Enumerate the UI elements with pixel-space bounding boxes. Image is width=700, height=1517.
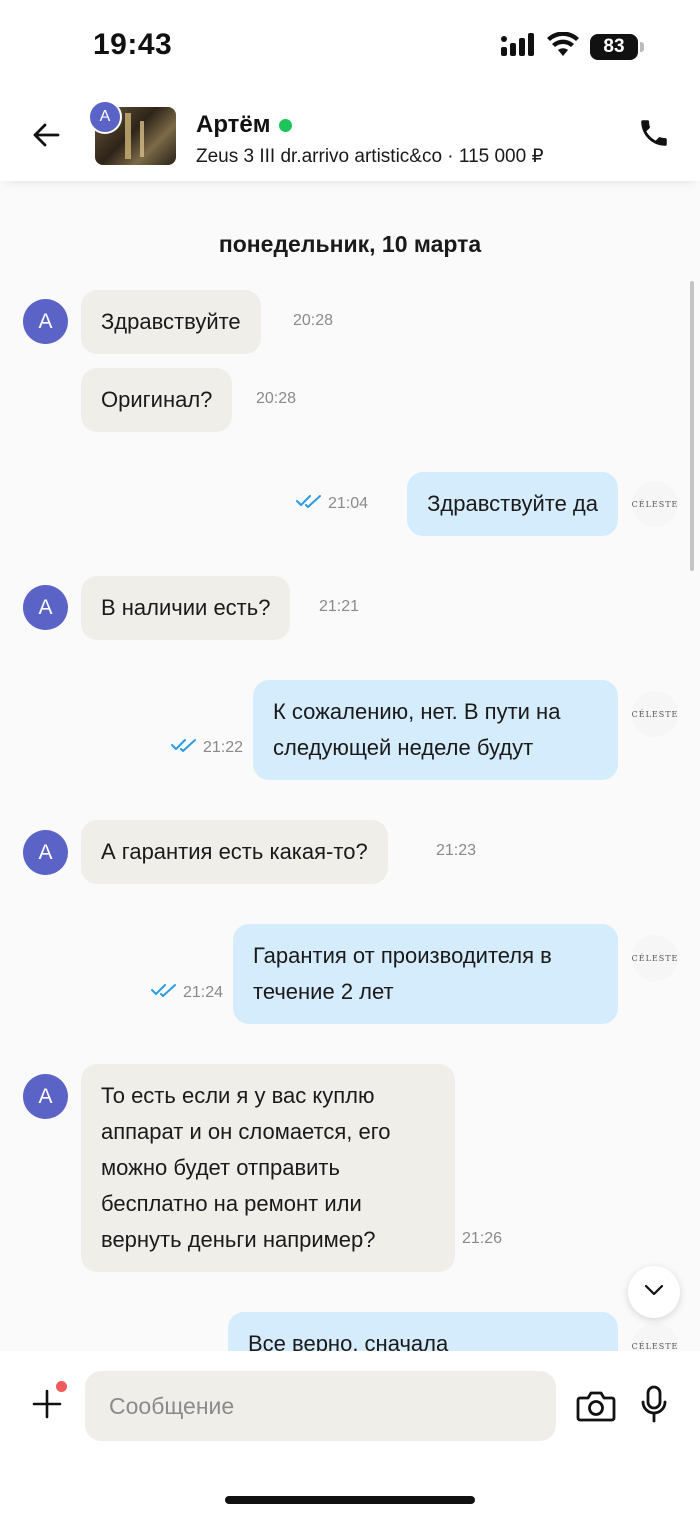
- message-time: 21:23: [436, 842, 477, 859]
- cellular-signal-icon: [500, 32, 536, 62]
- message-composer: [0, 1351, 700, 1517]
- sender-avatar[interactable]: А: [23, 830, 68, 875]
- listing-subtitle[interactable]: Zeus 3 III dr.arrivo artistic&co · 115 0…: [196, 145, 544, 168]
- message-time: 21:04: [296, 494, 368, 513]
- status-icons: 83: [500, 31, 644, 63]
- scrollbar[interactable]: [690, 281, 694, 571]
- incoming-message[interactable]: Здравствуйте: [81, 290, 261, 354]
- contact-avatar: А: [88, 100, 122, 134]
- scroll-down-button[interactable]: [628, 1266, 680, 1318]
- message-time: 21:24: [151, 983, 223, 1002]
- outgoing-message[interactable]: Все верно, сначала: [228, 1312, 618, 1351]
- message-time-text: 21:22: [203, 738, 244, 756]
- microphone-button[interactable]: [634, 1384, 674, 1428]
- online-status-dot: [278, 118, 292, 132]
- double-check-icon: [151, 983, 177, 1002]
- double-check-icon: [296, 494, 322, 513]
- message-input[interactable]: [85, 1371, 556, 1441]
- shop-avatar[interactable]: CÉLESTE: [632, 481, 678, 527]
- shop-avatar[interactable]: CÉLESTE: [632, 691, 678, 737]
- message-list[interactable]: понедельник, 10 марта А Здравствуйте 20:…: [0, 181, 700, 1351]
- phone-icon: [637, 116, 671, 155]
- camera-button[interactable]: [574, 1386, 618, 1430]
- back-arrow-icon: [31, 120, 61, 155]
- message-time-text: 21:04: [328, 494, 369, 512]
- microphone-icon: [640, 1385, 668, 1428]
- message-time: 21:26: [462, 1230, 503, 1247]
- sender-avatar[interactable]: А: [23, 1074, 68, 1119]
- thumbnail-detail: [125, 113, 131, 159]
- shop-avatar[interactable]: CÉLESTE: [632, 1323, 678, 1351]
- call-button[interactable]: [634, 115, 674, 155]
- home-indicator: [225, 1496, 475, 1504]
- double-check-icon: [171, 738, 197, 757]
- incoming-message[interactable]: А гарантия есть какая-то?: [81, 820, 388, 884]
- message-time: 21:22: [171, 738, 243, 757]
- thumbnail-detail: [140, 121, 144, 157]
- contact-name-text: Артём: [196, 111, 271, 138]
- status-bar: 19:43 83: [0, 0, 700, 95]
- contact-name[interactable]: Артём: [196, 111, 292, 139]
- chat-header: А Артём Zeus 3 III dr.arrivo artistic&co…: [0, 95, 700, 181]
- battery-icon: 83: [590, 34, 644, 60]
- shop-avatar[interactable]: CÉLESTE: [632, 935, 678, 981]
- message-time: 20:28: [293, 312, 334, 329]
- status-time: 19:43: [93, 28, 173, 61]
- message-time: 21:21: [319, 598, 360, 615]
- outgoing-message[interactable]: Здравствуйте да: [407, 472, 618, 536]
- outgoing-message[interactable]: К сожалению, нет. В пути на следующей не…: [253, 680, 618, 780]
- camera-icon: [576, 1389, 616, 1428]
- chevron-down-icon: [644, 1283, 664, 1301]
- outgoing-message[interactable]: Гарантия от производителя в течение 2 ле…: [233, 924, 618, 1024]
- incoming-message[interactable]: Оригинал?: [81, 368, 233, 432]
- message-time: 20:28: [256, 390, 297, 407]
- message-time-text: 21:24: [183, 983, 224, 1001]
- wifi-icon: [546, 31, 580, 63]
- notification-dot: [54, 1379, 69, 1394]
- date-separator: понедельник, 10 марта: [218, 231, 482, 257]
- sender-avatar[interactable]: А: [23, 299, 68, 344]
- sender-avatar[interactable]: А: [23, 585, 68, 630]
- incoming-message[interactable]: То есть если я у вас куплю аппарат и он …: [81, 1064, 455, 1272]
- back-button[interactable]: [24, 115, 68, 159]
- incoming-message[interactable]: В наличии есть?: [81, 576, 291, 640]
